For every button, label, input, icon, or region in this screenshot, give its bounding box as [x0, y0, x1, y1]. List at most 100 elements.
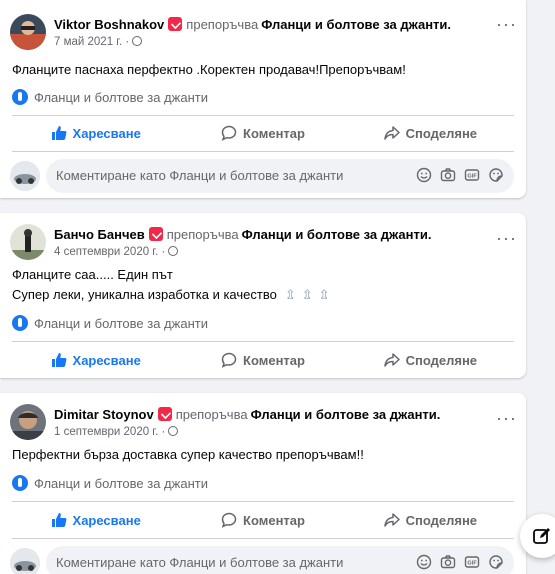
- review-title-line: Viktor Boshnakov препоръчва Фланци и болто…: [54, 17, 451, 32]
- review-card: Dimitar Stoynov препоръчва Фланци и болтов…: [0, 393, 526, 574]
- avatar[interactable]: [10, 404, 46, 440]
- recommend-badge-icon: [148, 227, 163, 241]
- like-button[interactable]: Харесване: [12, 504, 179, 536]
- like-label: Харесване: [72, 125, 141, 141]
- comment-placeholder: Коментиране като Фланци и болтове за джа…: [56, 168, 344, 183]
- share-label: Споделяне: [405, 352, 478, 368]
- camera-icon[interactable]: [440, 167, 456, 183]
- more-options-icon[interactable]: ···: [496, 229, 516, 252]
- recommend-badge-icon: [168, 17, 183, 31]
- action-bar: Харесване Коментар Споделяне: [12, 504, 514, 536]
- review-text-line: Супер леки, уникална изработка и качеств…: [12, 287, 336, 302]
- review-header: Банчо Банчев препоръчва Фланци и болтове з…: [10, 224, 516, 264]
- author-name[interactable]: Банчо Банчев: [54, 227, 145, 242]
- comment-label: Коментар: [243, 512, 305, 528]
- review-text-line: Фланците паснаха перфектно .Коректен про…: [12, 62, 406, 77]
- comment-button[interactable]: Коментар: [179, 504, 346, 536]
- composer-icons: GIF: [416, 167, 504, 183]
- globe-icon: [168, 246, 179, 256]
- svg-text:GIF: GIF: [467, 174, 477, 180]
- review-title-line: Dimitar Stoynov препоръчва Фланци и болтов…: [54, 407, 440, 422]
- page-name[interactable]: Фланци и болтове за джанти.: [251, 407, 441, 422]
- more-options-icon[interactable]: ···: [496, 15, 516, 38]
- review-date: 7 май 2021 г. ·: [54, 36, 143, 48]
- divider: [12, 341, 514, 342]
- share-button[interactable]: Споделяне: [347, 344, 514, 376]
- globe-icon: [168, 426, 179, 436]
- thumbs-up-icon: [51, 353, 66, 367]
- page-avatar[interactable]: [10, 548, 40, 574]
- author-name[interactable]: Dimitar Stoynov: [54, 407, 154, 422]
- review-text: Фланците паснаха перфектно .Коректен про…: [12, 60, 406, 80]
- page-tag-icon: [12, 89, 28, 105]
- review-header: Dimitar Stoynov препоръчва Фланци и болтов…: [10, 404, 516, 444]
- svg-text:GIF: GIF: [467, 561, 477, 567]
- share-icon: [383, 353, 400, 367]
- recommends-text: препоръчва: [186, 17, 259, 32]
- review-text: Фланците саа..... Един път Супер леки, у…: [12, 265, 336, 305]
- divider: [12, 115, 514, 116]
- sticker-icon[interactable]: [488, 167, 504, 183]
- globe-icon: [132, 36, 143, 46]
- review-card: Viktor Boshnakov препоръчва Фланци и болто…: [0, 0, 526, 198]
- sticker-icon[interactable]: [488, 554, 504, 570]
- composer-icons: GIF: [416, 554, 504, 570]
- review-text: Перфектни бърза доставка супер качество …: [12, 445, 364, 465]
- share-icon: [383, 513, 400, 527]
- more-options-icon[interactable]: ···: [496, 409, 516, 432]
- comment-label: Коментар: [243, 352, 305, 368]
- page-tag-label: Фланци и болтове за джанти: [34, 316, 208, 331]
- page-tag-icon: [12, 475, 28, 491]
- divider: [12, 151, 514, 152]
- comment-button[interactable]: Коментар: [179, 117, 346, 149]
- emoji-icon[interactable]: [416, 554, 432, 570]
- compose-icon: [533, 528, 550, 544]
- avatar[interactable]: [10, 224, 46, 260]
- like-label: Харесване: [72, 512, 141, 528]
- avatar[interactable]: [10, 14, 46, 50]
- page-tag[interactable]: Фланци и болтове за джанти: [12, 475, 208, 491]
- page-name[interactable]: Фланци и болтове за джанти.: [261, 17, 451, 32]
- comment-placeholder: Коментиране като Фланци и болтове за джа…: [56, 555, 344, 570]
- divider: [12, 538, 514, 539]
- review-date: 4 септември 2020 г. ·: [54, 246, 179, 258]
- thumbs-up-icon: [51, 513, 66, 527]
- comment-composer: Коментиране като Фланци и болтове за джа…: [10, 159, 514, 193]
- divider: [12, 501, 514, 502]
- camera-icon[interactable]: [440, 554, 456, 570]
- like-button[interactable]: Харесване: [12, 117, 179, 149]
- share-label: Споделяне: [405, 125, 478, 141]
- thumbs-up-icon: [51, 126, 66, 140]
- date-text[interactable]: 4 септември 2020 г. ·: [54, 246, 165, 258]
- date-text[interactable]: 1 септември 2020 г. ·: [54, 426, 165, 438]
- share-button[interactable]: Споделяне: [347, 117, 514, 149]
- page-tag[interactable]: Фланци и болтове за джанти: [12, 89, 208, 105]
- arrow-emoji-icon: ⇫⇫⇫: [284, 287, 336, 302]
- comment-button[interactable]: Коментар: [179, 344, 346, 376]
- gif-icon[interactable]: GIF: [464, 554, 480, 570]
- review-title-line: Банчо Банчев препоръчва Фланци и болтове з…: [54, 227, 431, 242]
- page-tag[interactable]: Фланци и болтове за джанти: [12, 315, 208, 331]
- comment-icon: [221, 125, 237, 141]
- page-avatar[interactable]: [10, 161, 40, 191]
- share-button[interactable]: Споделяне: [347, 504, 514, 536]
- review-card: Банчо Банчев препоръчва Фланци и болтове з…: [0, 213, 526, 378]
- like-button[interactable]: Харесване: [12, 344, 179, 376]
- date-text[interactable]: 7 май 2021 г. ·: [54, 36, 129, 48]
- recommend-badge-icon: [157, 407, 172, 421]
- gif-icon[interactable]: GIF: [464, 167, 480, 183]
- review-text-line: Перфектни бърза доставка супер качество …: [12, 447, 364, 462]
- share-icon: [383, 126, 400, 140]
- review-header: Viktor Boshnakov препоръчва Фланци и болто…: [10, 14, 516, 54]
- comment-composer: Коментиране като Фланци и болтове за джа…: [10, 546, 514, 574]
- author-name[interactable]: Viktor Boshnakov: [54, 17, 164, 32]
- action-bar: Харесване Коментар Споделяне: [12, 344, 514, 376]
- emoji-icon[interactable]: [416, 167, 432, 183]
- comment-icon: [221, 512, 237, 528]
- page-name[interactable]: Фланци и болтове за джанти.: [242, 227, 432, 242]
- review-text-line: Фланците саа..... Един път: [12, 267, 173, 282]
- share-label: Споделяне: [405, 512, 478, 528]
- review-date: 1 септември 2020 г. ·: [54, 426, 179, 438]
- page-tag-label: Фланци и болтове за джанти: [34, 476, 208, 491]
- page-tag-label: Фланци и болтове за джанти: [34, 90, 208, 105]
